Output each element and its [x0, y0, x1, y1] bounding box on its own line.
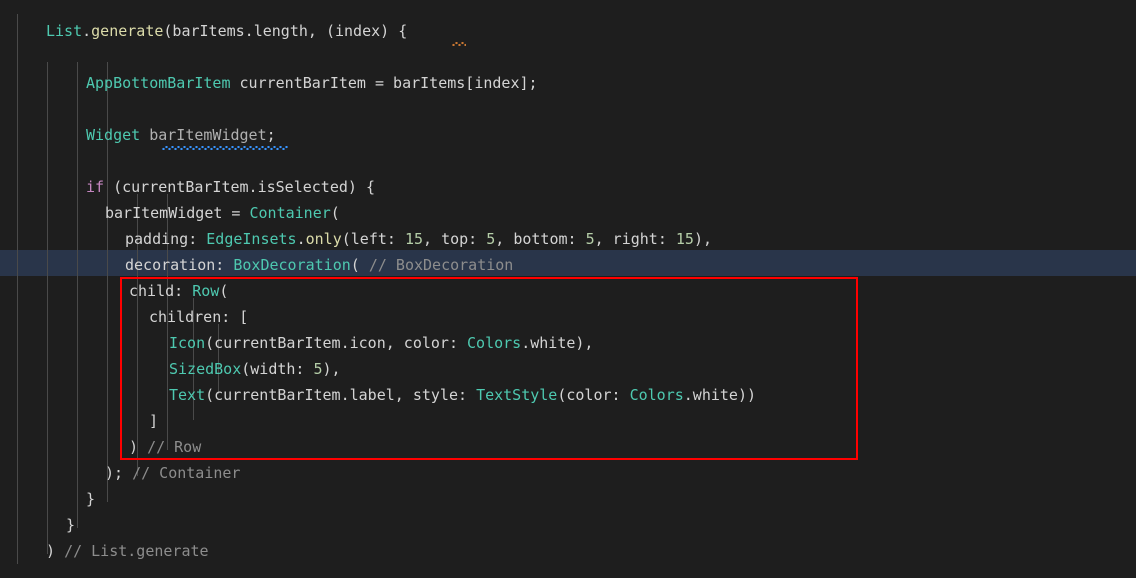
code-token: ), [693, 230, 713, 248]
code-token: } [86, 490, 96, 508]
code-token: TextStyle [476, 386, 558, 404]
code-token: barItemWidget = [105, 204, 250, 222]
code-token: child: [129, 282, 193, 300]
code-token: Colors [629, 386, 684, 404]
code-token: (currentBarItem.icon, color: [205, 334, 468, 352]
code-token: , bottom: [495, 230, 586, 248]
code-token: // Container [132, 464, 241, 482]
code-token: ; [266, 126, 276, 144]
code-token: 5 [313, 360, 323, 378]
hint-squiggle-barItemWidget [162, 146, 288, 150]
code-token: ); [105, 464, 133, 482]
code-token: ] [149, 412, 159, 430]
code-token: . [82, 22, 92, 40]
code-token: Widget [86, 126, 141, 144]
code-token: Row [192, 282, 220, 300]
code-token: Icon [169, 334, 206, 352]
code-token: (barItems.length, (index) { [163, 22, 408, 40]
code-token: AppBottomBarItem [86, 74, 231, 92]
indent-guide [47, 62, 48, 554]
code-token: ( [330, 204, 340, 222]
code-token: , right: [594, 230, 676, 248]
code-line[interactable]: Text(currentBarItem.label, style: TextSt… [169, 384, 756, 406]
code-line[interactable]: ] [149, 410, 158, 432]
code-line[interactable]: List.generate(barItems.length, (index) { [46, 20, 407, 42]
code-token: only [305, 230, 342, 248]
code-token: .white), [521, 334, 594, 352]
code-token: Text [169, 386, 206, 404]
indent-guide [77, 62, 78, 528]
code-line[interactable]: Widget barItemWidget; [86, 124, 276, 146]
code-token: padding: [125, 230, 207, 248]
code-line[interactable]: } [66, 514, 75, 536]
code-token: } [66, 516, 76, 534]
warning-squiggle-block-open [452, 42, 466, 46]
code-line[interactable]: decoration: BoxDecoration( // BoxDecorat… [125, 254, 513, 276]
code-token: barItemWidget [149, 126, 267, 144]
code-line[interactable]: Icon(currentBarItem.icon, color: Colors.… [169, 332, 593, 354]
code-line[interactable]: children: [ [149, 306, 248, 328]
code-token: (width: [241, 360, 314, 378]
code-token: decoration: [125, 256, 234, 274]
code-line[interactable]: barItemWidget = Container( [105, 202, 340, 224]
code-token: , top: [423, 230, 487, 248]
code-line[interactable]: ) // List.generate [46, 540, 209, 562]
code-token: SizedBox [169, 360, 242, 378]
code-token: . [296, 230, 306, 248]
code-line[interactable]: child: Row( [129, 280, 228, 302]
code-token: EdgeInsets [206, 230, 297, 248]
code-line[interactable]: AppBottomBarItem currentBarItem = barIte… [86, 72, 538, 94]
code-token: ( [350, 256, 369, 274]
code-token: Container [249, 204, 331, 222]
code-token: currentBarItem = barItems[index]; [230, 74, 538, 92]
code-line[interactable]: padding: EdgeInsets.only(left: 15, top: … [125, 228, 712, 250]
code-token: ( [219, 282, 229, 300]
code-token: children: [ [149, 308, 249, 326]
code-token: (currentBarItem.isSelected) { [104, 178, 375, 196]
code-token: 15 [675, 230, 694, 248]
code-token: 5 [486, 230, 496, 248]
code-token: // Row [147, 438, 202, 456]
code-token: // BoxDecoration [368, 256, 514, 274]
code-token: ) [129, 438, 148, 456]
code-token: generate [91, 22, 164, 40]
code-token: ) [46, 542, 65, 560]
code-editor-viewport[interactable]: List.generate(barItems.length, (index) {… [0, 0, 1136, 578]
code-token: .white)) [683, 386, 757, 404]
code-token: (color: [557, 386, 630, 404]
code-line[interactable]: } [86, 488, 95, 510]
code-token: 5 [585, 230, 595, 248]
code-line[interactable]: ) // Row [129, 436, 201, 458]
code-line[interactable]: SizedBox(width: 5), [169, 358, 341, 380]
code-line[interactable]: ); // Container [105, 462, 240, 484]
code-token: // List.generate [64, 542, 209, 560]
code-token: if [86, 178, 105, 196]
code-line[interactable]: if (currentBarItem.isSelected) { [86, 176, 375, 198]
code-token: Colors [467, 334, 522, 352]
code-token: BoxDecoration [233, 256, 351, 274]
code-token: (currentBarItem.label, style: [205, 386, 477, 404]
indent-guide [17, 14, 18, 564]
code-token: 15 [404, 230, 424, 248]
code-token: ), [322, 360, 341, 378]
code-token: List [46, 22, 83, 40]
code-token: (left: [341, 230, 405, 248]
